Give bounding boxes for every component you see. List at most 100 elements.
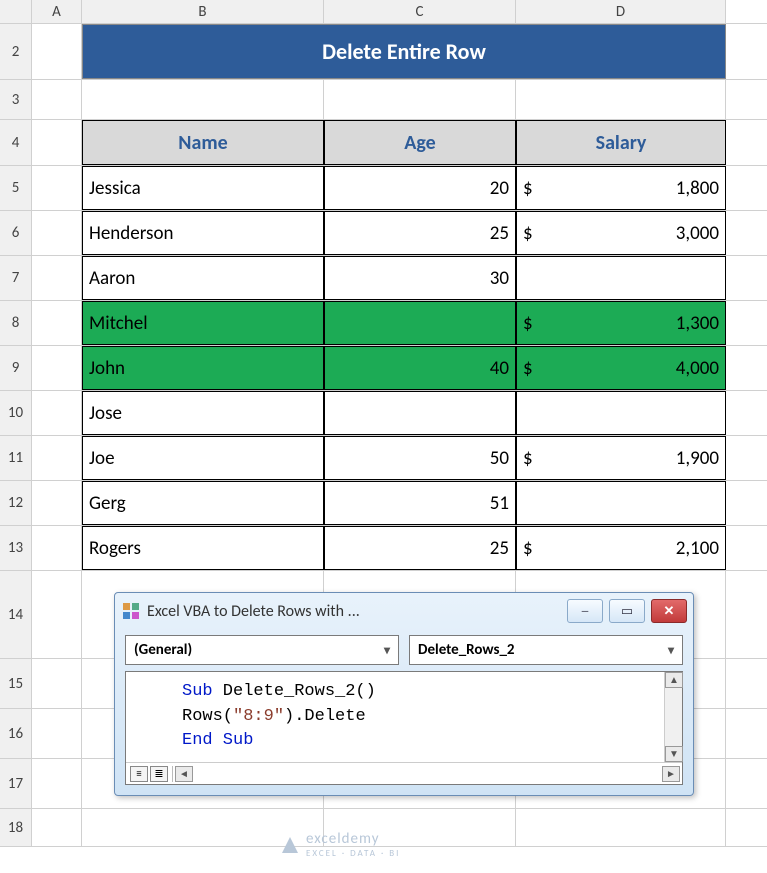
cell-name[interactable]: Jose [82,391,324,435]
watermark-subtext: EXCEL · DATA · BI [306,848,400,859]
cell-age[interactable]: 30 [324,256,516,300]
vba-editor-window[interactable]: Excel VBA to Delete Rows with ... ─ ▭ ✕ … [114,592,694,796]
row-header-15[interactable]: 15 [0,659,32,708]
cell-age[interactable]: 50 [324,436,516,480]
title-banner[interactable]: Delete Entire Row [82,24,726,79]
cell-name[interactable]: Gerg [82,481,324,525]
cell-salary[interactable]: $3,000 [516,211,726,255]
cell-a11[interactable] [32,436,82,480]
row-header-14[interactable]: 14 [0,571,32,658]
cell-a5[interactable] [32,166,82,210]
row-header-3[interactable]: 3 [0,80,32,119]
close-button[interactable]: ✕ [651,599,687,623]
cell-name[interactable]: Rogers [82,526,324,570]
cell-a7[interactable] [32,256,82,300]
cell-age[interactable] [324,301,516,345]
vba-app-icon [121,601,141,621]
table-row: 5 Jessica20$1,800 [0,166,767,211]
row-header-11[interactable]: 11 [0,436,32,480]
row-header-16[interactable]: 16 [0,709,32,758]
vba-titlebar[interactable]: Excel VBA to Delete Rows with ... ─ ▭ ✕ [115,593,693,629]
watermark-text: exceldemy [306,830,400,848]
scroll-down-icon[interactable]: ▼ [665,746,683,762]
cell-age[interactable]: 40 [324,346,516,390]
cell-salary[interactable] [516,481,726,525]
view-mode-buttons[interactable]: ≡≣ [126,766,173,782]
cell-salary[interactable]: $1,900 [516,436,726,480]
col-header-c[interactable]: C [324,0,516,23]
logo-icon [280,835,300,855]
cell-salary[interactable] [516,256,726,300]
header-age[interactable]: Age [324,120,516,165]
col-header-d[interactable]: D [516,0,726,23]
cell-name[interactable]: Henderson [82,211,324,255]
col-header-a[interactable]: A [32,0,82,23]
row-3: 3 [0,80,767,120]
cell-age[interactable]: 51 [324,481,516,525]
row-header-5[interactable]: 5 [0,166,32,210]
vba-window-title: Excel VBA to Delete Rows with ... [147,602,561,621]
row-header-7[interactable]: 7 [0,256,32,300]
cell-a4[interactable] [32,120,82,165]
chevron-down-icon: ▾ [384,643,390,658]
cell-age[interactable]: 25 [324,211,516,255]
cell-age[interactable]: 20 [324,166,516,210]
cell-name[interactable]: Jessica [82,166,324,210]
cell-name[interactable]: John [82,346,324,390]
cell-name[interactable]: Mitchel [82,301,324,345]
cell-age[interactable] [324,391,516,435]
row-header-9[interactable]: 9 [0,346,32,390]
row-header-4[interactable]: 4 [0,120,32,165]
cell-name[interactable]: Joe [82,436,324,480]
cell-a12[interactable] [32,481,82,525]
row-header-10[interactable]: 10 [0,391,32,435]
col-header-b[interactable]: B [82,0,324,23]
cell-a2[interactable] [32,24,82,79]
watermark-logo: exceldemy EXCEL · DATA · BI [280,830,400,859]
procedure-dropdown-value: Delete_Rows_2 [418,641,515,659]
cell-age[interactable]: 25 [324,526,516,570]
cell-a14[interactable] [32,571,82,658]
table-row: 7 Aaron30 [0,256,767,301]
header-name[interactable]: Name [82,120,324,165]
row-header-17[interactable]: 17 [0,759,32,808]
select-all-corner[interactable] [0,0,32,23]
row-header-12[interactable]: 12 [0,481,32,525]
cell-salary[interactable]: $4,000 [516,346,726,390]
minimize-button[interactable]: ─ [567,599,603,623]
scroll-left-icon[interactable]: ◄ [175,766,193,782]
cell-a13[interactable] [32,526,82,570]
cell-a9[interactable] [32,346,82,390]
cell-salary[interactable]: $1,300 [516,301,726,345]
cell-a10[interactable] [32,391,82,435]
cell-b3[interactable] [82,80,324,119]
code-pane[interactable]: Sub Delete_Rows_2() Rows("8:9").Delete E… [125,671,683,785]
scroll-up-icon[interactable]: ▲ [665,672,683,688]
row-header-18[interactable]: 18 [0,809,32,846]
code-text[interactable]: Sub Delete_Rows_2() Rows("8:9").Delete E… [126,672,682,762]
header-salary[interactable]: Salary [516,120,726,165]
horizontal-scrollbar[interactable]: ◄ ► [173,766,682,782]
cell-a3[interactable] [32,80,82,119]
procedure-dropdown[interactable]: Delete_Rows_2 ▾ [409,635,683,665]
cell-salary[interactable]: $1,800 [516,166,726,210]
code-footer: ≡≣ ◄ ► [126,762,682,784]
table-row: 9 John40$4,000 [0,346,767,391]
table-row: 10 Jose [0,391,767,436]
cell-name[interactable]: Aaron [82,256,324,300]
row-header-13[interactable]: 13 [0,526,32,570]
scroll-right-icon[interactable]: ► [662,766,680,782]
row-header-6[interactable]: 6 [0,211,32,255]
maximize-button[interactable]: ▭ [609,599,645,623]
object-dropdown[interactable]: (General) ▾ [125,635,399,665]
vertical-scrollbar[interactable]: ▲ ▼ [664,672,682,762]
row-header-8[interactable]: 8 [0,301,32,345]
cell-a6[interactable] [32,211,82,255]
object-dropdown-value: (General) [134,641,192,659]
cell-d3[interactable] [516,80,726,119]
cell-a8[interactable] [32,301,82,345]
cell-salary[interactable]: $2,100 [516,526,726,570]
row-header-2[interactable]: 2 [0,24,32,79]
cell-salary[interactable] [516,391,726,435]
cell-c3[interactable] [324,80,516,119]
